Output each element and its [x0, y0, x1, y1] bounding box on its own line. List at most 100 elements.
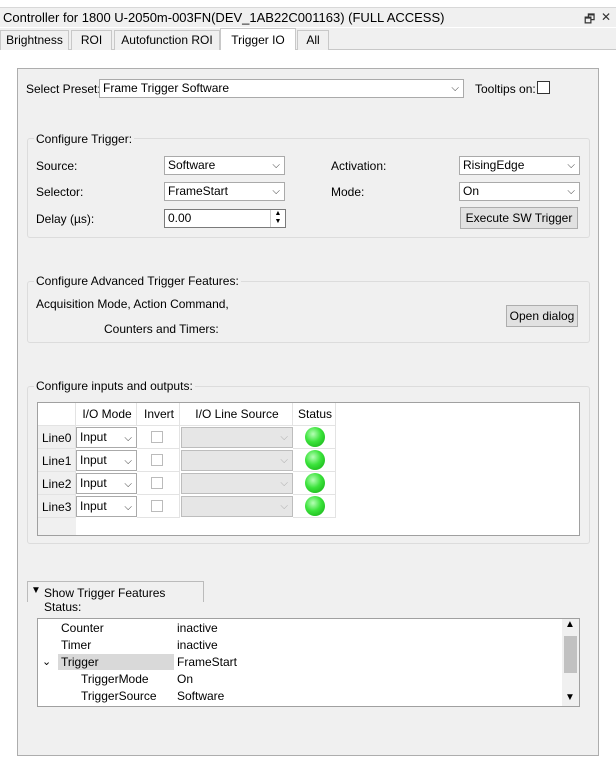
io-mode-select[interactable]: Input ⌵	[76, 450, 137, 471]
io-row-sep	[293, 495, 336, 518]
io-mode-select[interactable]: Input ⌵	[76, 427, 137, 448]
io-title: Configure inputs and outputs:	[34, 379, 195, 393]
advanced-desc-line1: Acquisition Mode, Action Command,	[36, 297, 229, 311]
trigger-status-tree[interactable]: Counter inactive Timer inactive ⌄ Trigge…	[37, 618, 580, 707]
chevron-down-icon: ⌵	[124, 479, 132, 490]
tree-name: Timer	[61, 638, 92, 652]
tab-brightness[interactable]: Brightness	[0, 30, 69, 50]
io-table: I/O Mode Invert I/O Line Source Status L…	[37, 402, 580, 536]
tooltips-checkbox[interactable]	[537, 81, 550, 94]
tree-name: Trigger	[61, 655, 99, 669]
io-hdr-sep	[76, 403, 137, 426]
chevron-down-icon: ⌵	[280, 455, 288, 466]
activation-label: Activation:	[331, 159, 387, 173]
advanced-trigger-title: Configure Advanced Trigger Features:	[34, 274, 241, 288]
io-row-sep	[137, 495, 180, 518]
preset-value: Frame Trigger Software	[103, 81, 230, 95]
chevron-down-icon: ⌵	[451, 83, 459, 94]
execute-sw-trigger-button[interactable]: Execute SW Trigger	[460, 207, 578, 229]
window-titlebar: Controller for 1800 U-2050m-003FN(DEV_1A…	[0, 7, 616, 27]
tree-value: FrameStart	[177, 655, 238, 669]
chevron-down-icon: ⌵	[280, 432, 288, 443]
spin-up-icon[interactable]: ▲	[271, 210, 285, 218]
tab-roi[interactable]: ROI	[71, 30, 112, 50]
open-dialog-button[interactable]: Open dialog	[506, 305, 578, 327]
io-mode-select[interactable]: Input ⌵	[76, 496, 137, 517]
tree-name: Counter	[61, 621, 104, 635]
triangle-down-icon: ▼	[31, 585, 41, 596]
tab-trigger-io[interactable]: Trigger IO	[220, 28, 296, 50]
chevron-down-icon[interactable]: ⌄	[42, 655, 51, 668]
io-corner-cell	[38, 403, 76, 426]
tree-row[interactable]: ⌄ Trigger FrameStart	[38, 654, 562, 671]
advanced-desc-line2: Counters and Timers:	[104, 322, 219, 336]
io-source-select[interactable]: ⌵	[181, 427, 293, 448]
io-mode-select[interactable]: Input ⌵	[76, 473, 137, 494]
chevron-down-icon: ⌵	[124, 456, 132, 467]
selector-select[interactable]: FrameStart ⌵	[164, 182, 285, 201]
chevron-down-icon: ⌵	[124, 433, 132, 444]
io-mode-value: Input	[80, 499, 107, 513]
show-status-toggle[interactable]: ▼ Show Trigger Features Status:	[27, 581, 204, 614]
io-source-select[interactable]: ⌵	[181, 450, 293, 471]
delay-spinbox[interactable]: 0.00 ▲ ▼	[164, 209, 286, 228]
tree-value: Software	[177, 689, 225, 703]
tree-value: On	[177, 672, 194, 686]
preset-label: Select Preset:	[26, 82, 101, 96]
tab-bar: Brightness ROI Autofunction ROI Trigger …	[0, 28, 616, 50]
chevron-down-icon: ⌵	[272, 186, 280, 197]
io-row-sep	[293, 472, 336, 495]
selector-value: FrameStart	[168, 184, 229, 198]
io-hdr-sep	[293, 403, 336, 426]
delay-value: 0.00	[168, 211, 192, 225]
spin-down-icon[interactable]: ▼	[271, 218, 285, 226]
spin-buttons[interactable]: ▲ ▼	[270, 210, 285, 227]
io-source-select[interactable]: ⌵	[181, 496, 293, 517]
preset-select[interactable]: Frame Trigger Software ⌵	[99, 79, 464, 98]
tree-row[interactable]: TriggerMode On	[38, 671, 562, 688]
show-status-label: Show Trigger Features Status:	[44, 586, 166, 614]
io-row-sep	[38, 449, 76, 472]
tree-scrollbar[interactable]: ▲ ▼	[562, 619, 579, 706]
window-title: Controller for 1800 U-2050m-003FN(DEV_1A…	[3, 10, 445, 25]
tree-name: TriggerSource	[81, 689, 157, 703]
io-row-sep	[137, 449, 180, 472]
mode-value: On	[463, 184, 480, 198]
io-mode-value: Input	[80, 476, 107, 490]
io-mode-value: Input	[80, 453, 107, 467]
selector-label: Selector:	[36, 185, 84, 199]
tree-value: inactive	[177, 638, 218, 652]
mode-label: Mode:	[331, 185, 365, 199]
activation-select[interactable]: RisingEdge ⌵	[459, 156, 580, 175]
configure-trigger-title: Configure Trigger:	[34, 132, 135, 146]
activation-value: RisingEdge	[463, 158, 525, 172]
tree-row[interactable]: TriggerSource Software	[38, 688, 562, 705]
tree-name: TriggerMode	[81, 672, 149, 686]
tab-all[interactable]: All	[297, 30, 329, 50]
io-hdr-sep	[137, 403, 180, 426]
chevron-down-icon: ⌵	[567, 160, 575, 171]
scroll-thumb[interactable]	[564, 636, 577, 673]
chevron-down-icon: ⌵	[567, 186, 575, 197]
source-select[interactable]: Software ⌵	[164, 156, 285, 175]
mode-select[interactable]: On ⌵	[459, 182, 580, 201]
chevron-down-icon: ⌵	[272, 160, 280, 171]
io-row-sep	[38, 472, 76, 495]
io-row-sep	[293, 449, 336, 472]
io-source-select[interactable]: ⌵	[181, 473, 293, 494]
io-row-sep	[293, 426, 336, 449]
tab-autofunction-roi[interactable]: Autofunction ROI	[114, 30, 220, 50]
source-label: Source:	[36, 159, 78, 173]
chevron-down-icon: ⌵	[280, 478, 288, 489]
scroll-down-icon[interactable]: ▼	[565, 692, 575, 703]
io-hdr-sep	[180, 403, 293, 426]
scroll-up-icon[interactable]: ▲	[565, 619, 575, 630]
close-icon[interactable]: ✕	[601, 10, 611, 24]
io-row-sep	[137, 426, 180, 449]
source-value: Software	[168, 158, 216, 172]
tree-value: inactive	[177, 621, 218, 635]
tree-row[interactable]: Timer inactive	[38, 637, 562, 654]
io-row-sep	[38, 426, 76, 449]
tree-row[interactable]: Counter inactive	[38, 620, 562, 637]
tooltips-label: Tooltips on:	[475, 82, 536, 96]
